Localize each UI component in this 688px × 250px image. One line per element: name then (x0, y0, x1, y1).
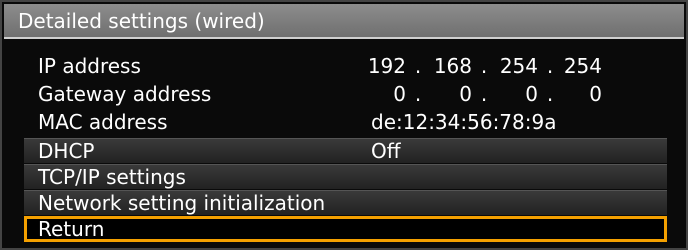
ip-separator: . (480, 54, 488, 78)
menu-item-tcpip-settings[interactable]: TCP/IP settings (24, 164, 667, 189)
ip-octet-4: 254 (563, 54, 602, 78)
gateway-address-row: Gateway address 0 . 0 . 0 . 0 (24, 80, 664, 108)
mac-address-value: de:12:34:56:78:9a (371, 110, 557, 134)
ip-separator: . (546, 54, 554, 78)
ip-address-value: 192 . 168 . 254 . 254 (360, 52, 620, 80)
return-label: Return (38, 217, 105, 241)
gateway-octet-3: 0 (525, 82, 538, 106)
ip-address-label: IP address (38, 54, 141, 78)
dhcp-label: DHCP (38, 139, 95, 163)
ip-separator: . (414, 54, 422, 78)
gateway-separator: . (480, 82, 488, 106)
ip-octet-1: 192 (367, 54, 406, 78)
gateway-octet-4: 0 (589, 82, 602, 106)
network-settings-dialog: Detailed settings (wired) IP address 192… (0, 0, 688, 250)
network-info-block: IP address 192 . 168 . 254 . 254 Gateway… (24, 52, 664, 136)
mac-address-row: MAC address de:12:34:56:78:9a (24, 108, 664, 136)
network-initialization-label: Network setting initialization (38, 191, 326, 215)
gateway-address-label: Gateway address (38, 82, 212, 106)
menu-item-dhcp[interactable]: DHCP Off (24, 138, 667, 163)
dhcp-value: Off (371, 139, 401, 163)
ip-address-row: IP address 192 . 168 . 254 . 254 (24, 52, 664, 80)
ip-octet-3: 254 (499, 54, 538, 78)
return-button[interactable]: Return (24, 216, 667, 242)
ip-octet-2: 168 (433, 54, 472, 78)
mac-address-label: MAC address (38, 110, 168, 134)
gateway-address-value: 0 . 0 . 0 . 0 (360, 80, 620, 108)
gateway-octet-2: 0 (459, 82, 472, 106)
menu-item-network-initialization[interactable]: Network setting initialization (24, 190, 667, 215)
dialog-title: Detailed settings (wired) (4, 4, 684, 39)
gateway-separator: . (414, 82, 422, 106)
tcpip-settings-label: TCP/IP settings (38, 165, 186, 189)
gateway-octet-1: 0 (393, 82, 406, 106)
gateway-separator: . (546, 82, 554, 106)
